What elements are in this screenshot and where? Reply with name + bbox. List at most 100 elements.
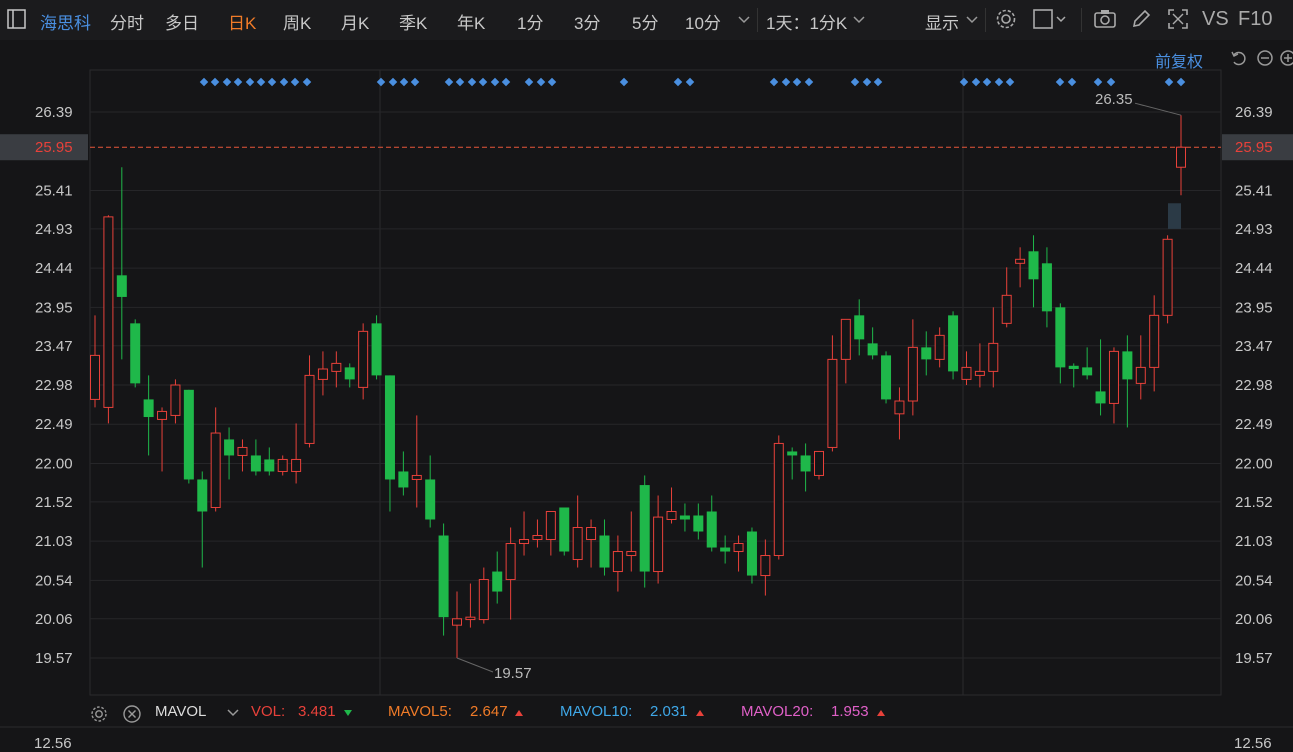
reset-icon[interactable] (1230, 49, 1248, 67)
tab-monthly-k[interactable]: 月K (341, 9, 369, 34)
event-marker (222, 77, 232, 87)
candle-body-down (679, 515, 690, 520)
gear-icon[interactable] (995, 8, 1017, 30)
tab-10min[interactable]: 10分 (685, 9, 721, 34)
y-tick-left: 25.41 (35, 182, 73, 199)
candle-body-up (773, 442, 784, 557)
gear-icon[interactable] (90, 705, 108, 723)
mavol20-label: MAVOL20: (741, 703, 814, 720)
candle-body-up (331, 362, 342, 372)
event-marker (1093, 77, 1103, 87)
mavol5-label: MAVOL5: (388, 703, 452, 720)
y-tick-right: 25.41 (1235, 182, 1273, 199)
zoom-in-icon[interactable] (1279, 49, 1293, 67)
y-tick-left: 22.98 (35, 377, 73, 394)
y-tick-left: 22.00 (35, 455, 73, 472)
adjust-mode-label[interactable]: 前复权 (1155, 48, 1203, 72)
stock-name[interactable]: 海思科 (40, 9, 91, 34)
tab-5min[interactable]: 5分 (632, 9, 658, 34)
candle-body-down (425, 479, 436, 520)
vs-button[interactable]: VS (1202, 8, 1229, 31)
mavol20-value: 1.953 (831, 703, 869, 720)
event-marker (279, 77, 289, 87)
candle-body-down (693, 515, 704, 532)
y-tick-right: 22.98 (1235, 377, 1273, 394)
candle-body-up (586, 527, 597, 541)
close-icon[interactable] (123, 705, 141, 723)
y-tick-left: 20.06 (35, 611, 73, 628)
y-tick-right: 23.47 (1235, 338, 1273, 355)
candle-body-up (907, 346, 918, 402)
event-marker (1176, 77, 1186, 87)
event-marker (959, 77, 969, 87)
event-marker (388, 77, 398, 87)
period-select[interactable]: 1天：1分K (766, 9, 847, 34)
candle-body-up (90, 354, 100, 400)
min-leader (456, 657, 494, 673)
indicator-name[interactable]: MAVOL (155, 703, 206, 720)
y-tick-left: 22.49 (35, 416, 73, 433)
f10-button[interactable]: F10 (1238, 8, 1272, 31)
zoom-out-icon[interactable] (1256, 49, 1274, 67)
candle-body-down (116, 275, 127, 297)
mavol10-label: MAVOL10: (560, 703, 633, 720)
layout-square-icon[interactable] (1033, 8, 1066, 30)
candle-body-up (277, 458, 288, 472)
event-marker (467, 77, 477, 87)
tab-yearly-k[interactable]: 年K (457, 9, 485, 34)
event-marker (210, 77, 220, 87)
candle-body-up (1176, 146, 1186, 168)
candle-body-up (894, 400, 905, 415)
tab-3min[interactable]: 3分 (574, 9, 600, 34)
indicator-bar: MAVOL VOL: 3.481 MAVOL5: 2.647 MAVOL10: … (90, 703, 1220, 727)
event-marker (685, 77, 695, 87)
candle-body-down (746, 531, 757, 576)
candle-body-down (720, 547, 731, 552)
camera-icon[interactable] (1093, 8, 1116, 30)
tab-weekly-k[interactable]: 周K (283, 9, 311, 34)
chevron-down-icon[interactable] (737, 10, 759, 32)
candle-body-down (1055, 307, 1066, 368)
event-marker (804, 77, 814, 87)
chevron-down-icon[interactable] (965, 10, 987, 32)
tab-daily-k[interactable]: 日K (228, 9, 256, 34)
event-marker (862, 77, 872, 87)
candle-body-down (599, 535, 610, 568)
tab-quarterly-k[interactable]: 季K (399, 9, 427, 34)
event-marker (1106, 77, 1116, 87)
candle-body-down (706, 511, 717, 548)
chevron-down-icon[interactable] (852, 10, 874, 32)
candle-body-up (961, 366, 972, 380)
tab-1min[interactable]: 1分 (517, 9, 543, 34)
vol-axis-tick-right: 12.56 (1234, 735, 1272, 752)
pencil-icon[interactable] (1130, 8, 1152, 30)
event-marker (536, 77, 546, 87)
sidebar-toggle-icon[interactable] (6, 8, 28, 30)
candle-body-up (1135, 366, 1146, 384)
candle-body-up (1001, 294, 1012, 324)
plot-frame (89, 69, 1222, 696)
event-marker (619, 77, 629, 87)
fullscreen-icon[interactable] (1167, 8, 1189, 30)
chevron-down-icon[interactable] (226, 705, 240, 721)
tab-intraday[interactable]: 分时 (110, 9, 144, 34)
y-tick-right: 19.57 (1235, 650, 1273, 667)
display-menu[interactable]: 显示 (925, 9, 959, 34)
candle-body-down (559, 507, 570, 552)
arrow-down-icon (343, 708, 353, 718)
y-tick-left: 24.93 (35, 221, 73, 238)
y-tick-right: 21.52 (1235, 494, 1273, 511)
tab-multiday[interactable]: 多日 (165, 9, 199, 34)
y-tick-left: 23.47 (35, 338, 73, 355)
toolbar: 海思科 分时 多日 日K 周K 月K 季K 年K 1分 3分 5分 10分 1天… (0, 0, 1293, 40)
candle-body-up (532, 535, 543, 541)
event-marker (982, 77, 992, 87)
candle-body-down (224, 439, 235, 456)
kline-chart[interactable]: 26.39 26.39 25.95 25.95 25.41 25.41 24.93 24.93… (0, 0, 1293, 747)
event-marker (410, 77, 420, 87)
candle-body-down (639, 485, 650, 572)
y-tick-left: 21.52 (35, 494, 73, 511)
candle-body-up (452, 618, 462, 626)
min-price-label: 19.57 (494, 665, 532, 682)
y-tick-right: 22.00 (1235, 455, 1273, 472)
